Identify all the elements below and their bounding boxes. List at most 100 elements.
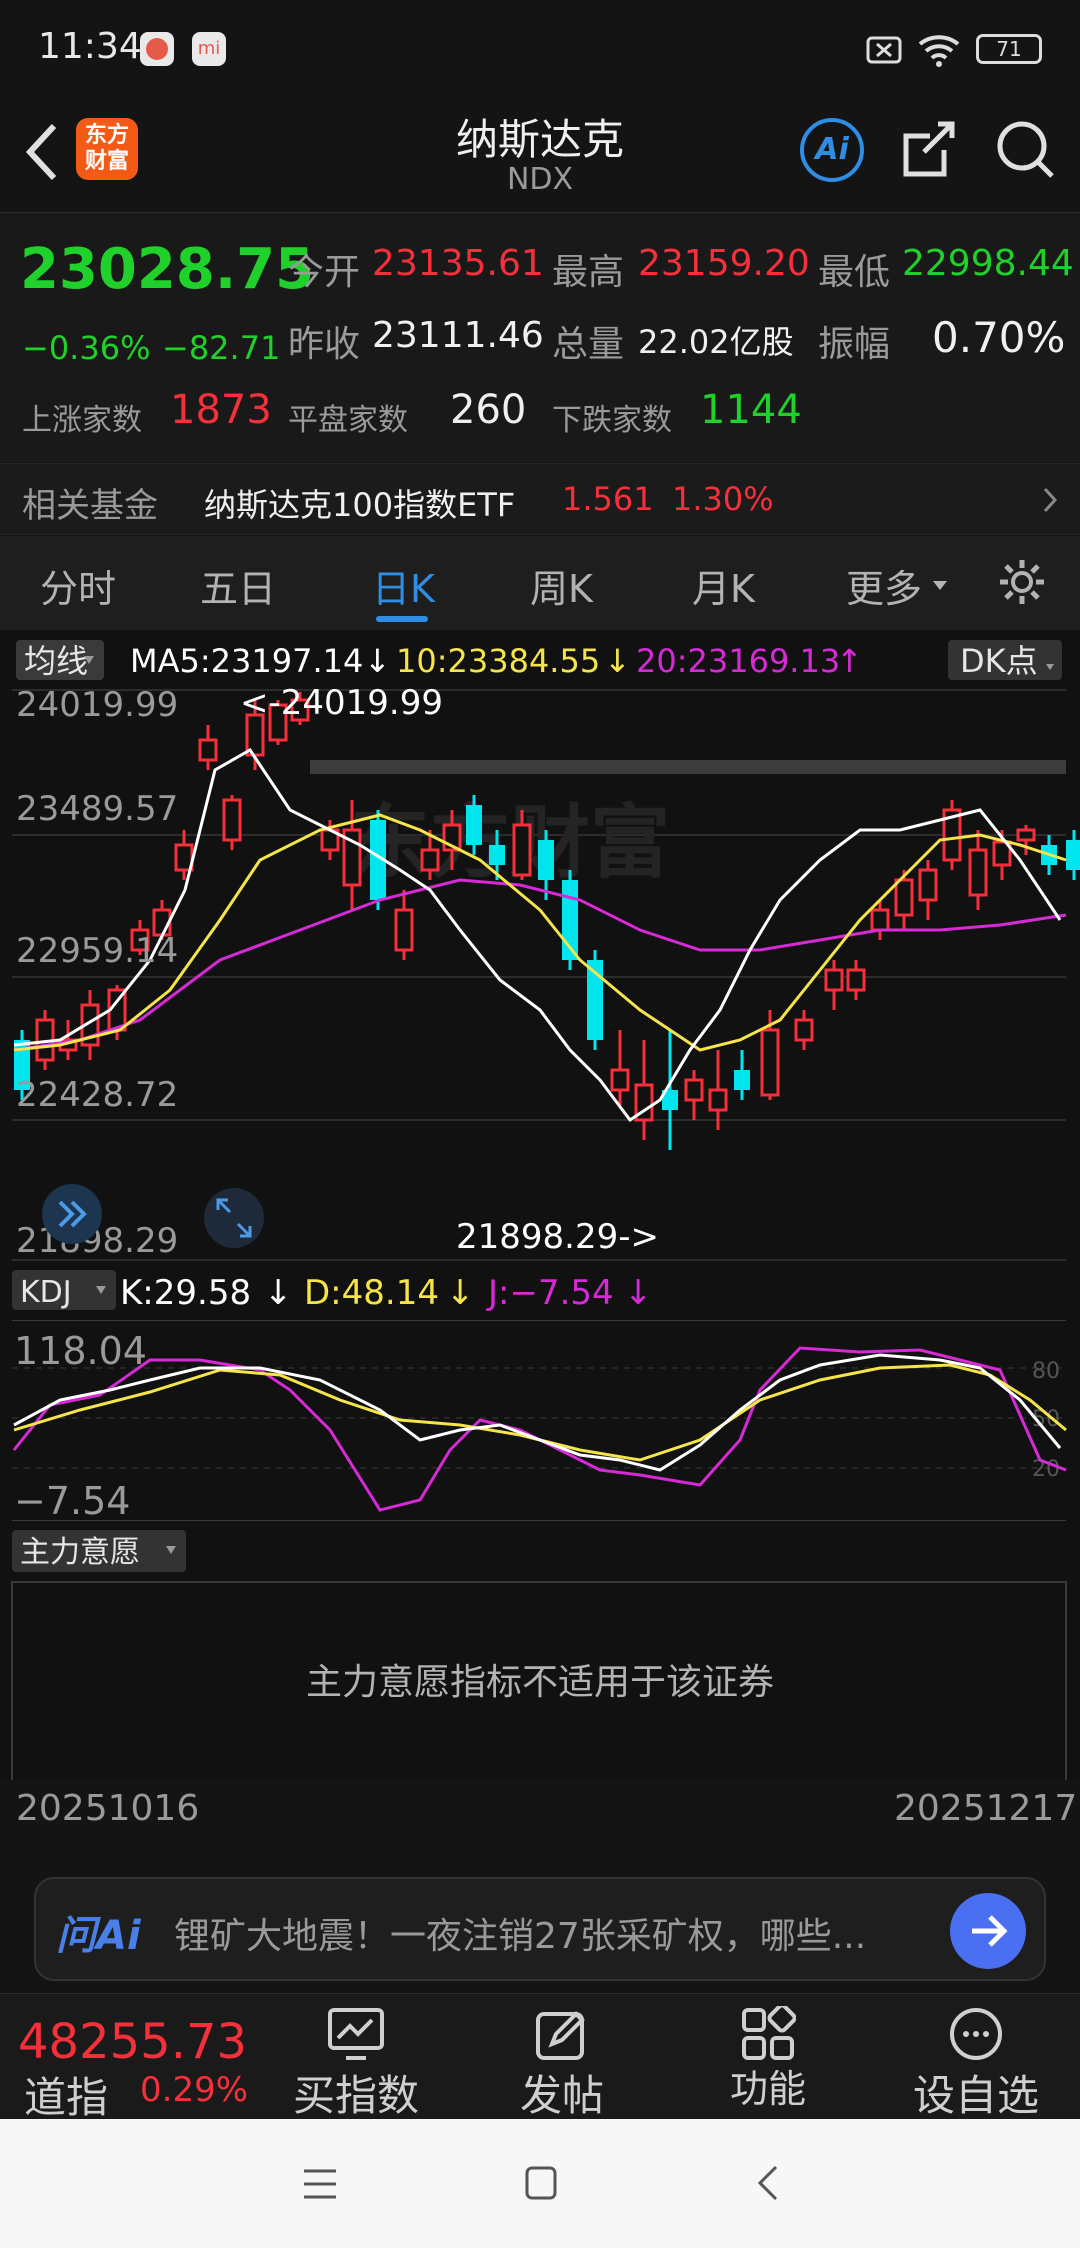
change-amount: −82.71 bbox=[162, 329, 281, 367]
gear-icon[interactable] bbox=[996, 556, 1048, 608]
tab-five-day[interactable]: 五日 bbox=[200, 558, 276, 613]
ai-bar-label: 问Ai bbox=[56, 1913, 141, 1959]
chart-area: 均线 MA5:23197.14 ↓ 10:23384.55 ↓ 20:23169… bbox=[0, 630, 1080, 1829]
ma10-value: 10:23384.55 bbox=[396, 642, 600, 680]
open-label: 今开 bbox=[288, 252, 361, 293]
advancers-label: 上涨家数 bbox=[22, 403, 142, 438]
tab-monthly-k[interactable]: 月K bbox=[692, 558, 755, 613]
home-icon[interactable] bbox=[524, 2165, 558, 2201]
kdj-d-line bbox=[13, 1363, 1067, 1462]
candle-body bbox=[466, 805, 482, 845]
kdj-j-line bbox=[12, 1346, 1067, 1512]
candle-body bbox=[824, 968, 844, 992]
nav-buy-index[interactable]: 买指数 bbox=[276, 1994, 436, 2120]
current-price: 23028.75 bbox=[20, 237, 315, 302]
related-fund-label: 相关基金 bbox=[22, 486, 158, 526]
index-value: 48255.73 bbox=[18, 2014, 248, 2070]
logo-line-1: 东方 bbox=[84, 123, 129, 148]
kdj-k-arrow-icon: ↓ bbox=[264, 1273, 293, 1313]
candle-body bbox=[846, 968, 866, 992]
date-start: 20251016 bbox=[16, 1788, 200, 1829]
ai-send-button[interactable] bbox=[950, 1893, 1026, 1969]
dk-button-label: DK点 bbox=[960, 642, 1038, 680]
candle-body bbox=[1066, 840, 1080, 870]
nav-post-label: 发帖 bbox=[519, 2071, 604, 2120]
ma5-value: MA5:23197.14 bbox=[130, 642, 363, 680]
ma20-arrow-icon: ↑ bbox=[836, 642, 863, 680]
tab-weekly-k[interactable]: 周K bbox=[530, 558, 593, 613]
unchanged-label: 平盘家数 bbox=[288, 403, 408, 438]
kdj-d-arrow-icon: ↓ bbox=[446, 1273, 475, 1313]
share-icon[interactable] bbox=[898, 118, 958, 182]
price-axis-label-1: 24019.99 bbox=[16, 685, 178, 725]
related-fund-pct: 1.30% bbox=[672, 480, 774, 518]
high-value: 23159.20 bbox=[638, 243, 810, 284]
status-time: 11:34 bbox=[38, 26, 142, 67]
nav-post[interactable]: 发帖 bbox=[482, 1994, 642, 2120]
volume-label: 总量 bbox=[552, 324, 625, 365]
kdj-j-arrow-icon: ↓ bbox=[624, 1273, 653, 1313]
index-ticker[interactable]: 48255.73 道指 0.29% bbox=[0, 1994, 276, 2122]
candle-body bbox=[394, 908, 414, 952]
prev-close-value: 23111.46 bbox=[372, 315, 544, 356]
price-axis-label-2: 23489.57 bbox=[16, 789, 178, 829]
price-axis-label-4: 22428.72 bbox=[16, 1075, 178, 1115]
battery-level: 71 bbox=[996, 37, 1022, 61]
grid-icon bbox=[742, 2006, 796, 2060]
candle-body bbox=[870, 908, 890, 932]
kdj-frame-bottom bbox=[12, 1520, 1066, 1521]
tab-intraday[interactable]: 分时 bbox=[40, 558, 116, 613]
battery-icon: 71 bbox=[976, 34, 1042, 64]
search-icon[interactable] bbox=[994, 118, 1056, 182]
low-label: 最低 bbox=[818, 252, 891, 293]
ai-button[interactable]: Ai bbox=[800, 118, 864, 182]
menu-icon[interactable] bbox=[302, 2167, 338, 2201]
force-selector-label: 主力意愿 bbox=[20, 1535, 140, 1570]
ma5-arrow-icon: ↓ bbox=[364, 642, 391, 680]
ai-question-bar[interactable]: 问Ai 锂矿大地震！一夜注销27张采矿权，哪些... bbox=[34, 1877, 1046, 1981]
sim-off-icon bbox=[866, 36, 902, 64]
min-price-note: 21898.29-> bbox=[456, 1217, 659, 1257]
caret-down-icon bbox=[933, 581, 947, 590]
unchanged-value: 260 bbox=[450, 387, 527, 433]
change-percent: −0.36% bbox=[22, 329, 151, 367]
pressure-band bbox=[310, 760, 1066, 774]
edit-icon bbox=[536, 2011, 585, 2060]
stock-code: NDX bbox=[506, 162, 574, 197]
date-end: 20251217 bbox=[894, 1788, 1078, 1829]
candle-body bbox=[610, 1068, 630, 1092]
decliners-label: 下跌家数 bbox=[552, 403, 672, 438]
related-fund-bar[interactable]: 相关基金 纳斯达克100指数ETF 1.561 1.30% bbox=[0, 463, 1080, 535]
candle-body bbox=[918, 868, 938, 902]
ma20-value: 20:23169.13 bbox=[636, 642, 840, 680]
nav-add-watchlist[interactable]: 设自选 bbox=[896, 1994, 1056, 2120]
fullscreen-button[interactable] bbox=[204, 1188, 264, 1248]
logo-line-2: 财富 bbox=[84, 149, 129, 174]
chart-icon bbox=[328, 2008, 384, 2060]
status-bar: 11:34 mi 71 bbox=[0, 0, 1080, 100]
decliners-value: 1144 bbox=[700, 387, 802, 433]
related-fund-price: 1.561 bbox=[562, 480, 654, 518]
max-price-note: <-24019.99 bbox=[240, 683, 443, 723]
tab-daily-k[interactable]: 日K bbox=[372, 558, 435, 613]
back-icon[interactable] bbox=[22, 120, 62, 184]
chart-canvas: 均线 MA5:23197.14 ↓ 10:23384.55 ↓ 20:23169… bbox=[11, 640, 1080, 1780]
ma-selector-label: 均线 bbox=[24, 642, 88, 680]
tab-more[interactable]: 更多 bbox=[846, 558, 922, 613]
price-axis-label-3: 22959.14 bbox=[16, 931, 178, 971]
amplitude-label: 振幅 bbox=[818, 324, 891, 365]
nav-functions[interactable]: 功能 bbox=[688, 1994, 848, 2120]
price-grid bbox=[12, 689, 1066, 1261]
page-title: 纳斯达克 bbox=[455, 115, 624, 164]
active-tab-indicator bbox=[376, 616, 428, 622]
header: 东方 财富 纳斯达克 NDX Ai bbox=[0, 100, 1080, 210]
nav-functions-label: 功能 bbox=[729, 2067, 806, 2111]
kdj-level-80: 80 bbox=[1032, 1359, 1060, 1384]
back-nav-icon[interactable] bbox=[756, 2163, 780, 2203]
candle-body bbox=[512, 823, 532, 877]
wifi-icon bbox=[918, 35, 960, 67]
kdj-grid bbox=[12, 1367, 1066, 1469]
candle-body bbox=[198, 738, 218, 762]
bottom-nav: 48255.73 道指 0.29% 买指数 发帖 功能 设自选 bbox=[0, 1993, 1080, 2122]
candle-body bbox=[684, 1078, 704, 1102]
